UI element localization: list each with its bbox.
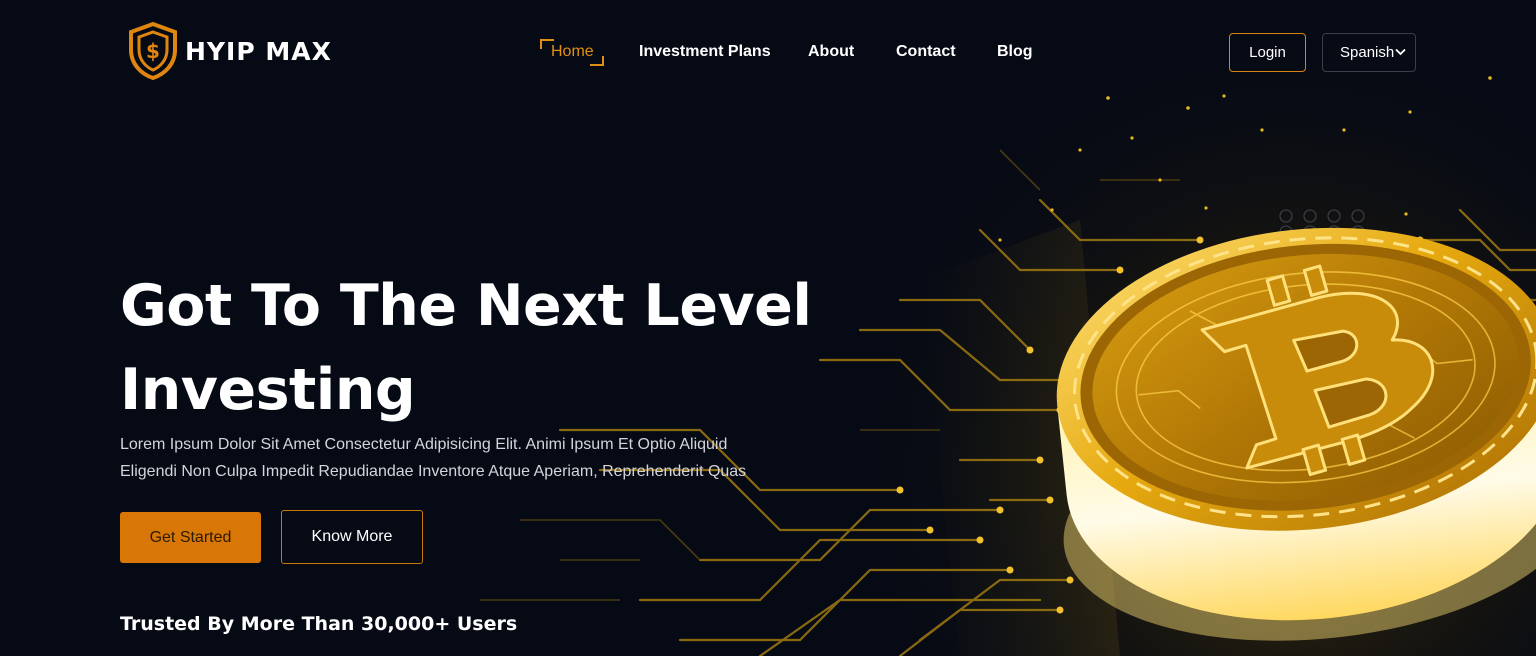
trusted-users-text: Trusted By More Than 30,000+ Users xyxy=(120,613,518,635)
landing-page: $ HYIP MAX Home Investment Plans About C… xyxy=(0,0,1536,656)
nav-item-about[interactable]: About xyxy=(808,43,854,61)
know-more-button[interactable]: Know More xyxy=(281,510,423,564)
language-selected-value: Spanish xyxy=(1340,44,1395,61)
chevron-down-icon xyxy=(1395,48,1406,56)
hero-title: Got To The Next Level Investing xyxy=(120,264,840,432)
nav-item-home[interactable]: Home xyxy=(551,43,594,61)
nav-item-blog[interactable]: Blog xyxy=(997,43,1033,61)
hero-description-line-1: Lorem Ipsum Dolor Sit Amet Consectetur A… xyxy=(120,436,728,453)
bitcoin-coin xyxy=(1056,227,1536,641)
login-button[interactable]: Login xyxy=(1229,33,1306,72)
get-started-button[interactable]: Get Started xyxy=(120,512,261,563)
hero-title-line-2: Investing xyxy=(120,357,416,423)
nav-item-investment-plans[interactable]: Investment Plans xyxy=(639,43,771,61)
hero-description-line-2: Eligendi Non Culpa Impedit Repudiandae I… xyxy=(120,463,747,480)
hero-title-line-1: Got To The Next Level xyxy=(120,273,812,339)
language-select[interactable]: Spanish xyxy=(1322,33,1416,72)
nav-item-contact[interactable]: Contact xyxy=(896,43,956,61)
hero-description: Lorem Ipsum Dolor Sit Amet Consectetur A… xyxy=(120,431,760,485)
